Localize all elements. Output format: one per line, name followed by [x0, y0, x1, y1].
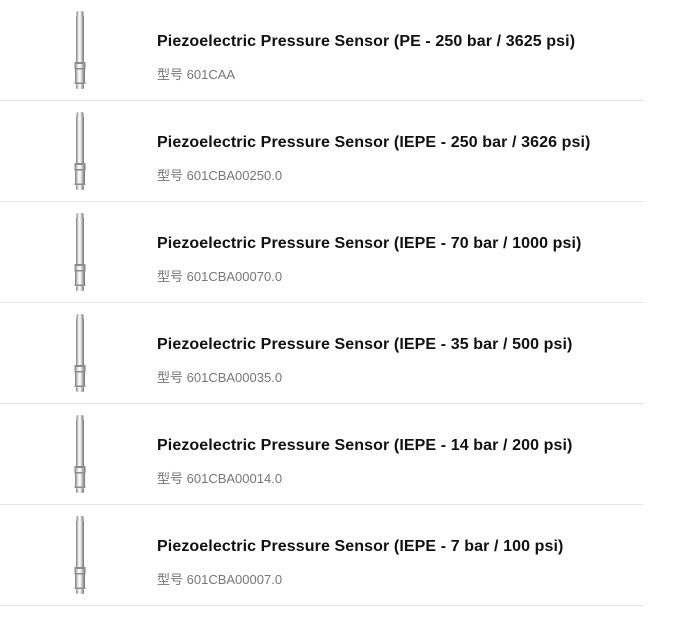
pressure-sensor-icon	[74, 11, 86, 89]
model-prefix: 型号	[157, 269, 184, 284]
pressure-sensor-image[interactable]	[58, 515, 102, 596]
product-title-link[interactable]: Piezoelectric Pressure Sensor (IEPE - 35…	[157, 336, 572, 354]
product-model: 型号 601CBA00035.0	[157, 367, 282, 386]
model-number: 601CBA00070.0	[186, 269, 283, 284]
product-title-link[interactable]: Piezoelectric Pressure Sensor (IEPE - 25…	[157, 134, 590, 152]
pressure-sensor-image[interactable]	[58, 414, 102, 495]
pressure-sensor-icon	[74, 112, 86, 190]
product-list: Piezoelectric Pressure Sensor (PE - 250 …	[0, 0, 643, 606]
model-prefix: 型号	[157, 370, 184, 385]
model-number: 601CBA00035.0	[186, 370, 283, 385]
product-row[interactable]: Piezoelectric Pressure Sensor (IEPE - 14…	[0, 404, 643, 505]
product-row[interactable]: Piezoelectric Pressure Sensor (IEPE - 25…	[0, 101, 643, 202]
product-model: 型号 601CBA00250.0	[157, 165, 282, 184]
pressure-sensor-icon	[74, 516, 86, 594]
product-row[interactable]: Piezoelectric Pressure Sensor (PE - 250 …	[0, 0, 643, 101]
pressure-sensor-icon	[74, 213, 86, 291]
pressure-sensor-icon	[74, 314, 86, 392]
pressure-sensor-image[interactable]	[58, 212, 102, 293]
model-prefix: 型号	[157, 471, 184, 486]
model-number: 601CBA00014.0	[186, 471, 283, 486]
product-title-link[interactable]: Piezoelectric Pressure Sensor (IEPE - 14…	[157, 437, 572, 455]
product-model: 型号 601CAA	[157, 64, 235, 83]
model-number: 601CBA00007.0	[186, 572, 283, 587]
product-model: 型号 601CBA00014.0	[157, 468, 282, 487]
product-row[interactable]: Piezoelectric Pressure Sensor (IEPE - 70…	[0, 202, 643, 303]
model-number: 601CAA	[186, 67, 236, 82]
model-number: 601CBA00250.0	[186, 168, 283, 183]
product-title-link[interactable]: Piezoelectric Pressure Sensor (IEPE - 7 …	[157, 538, 563, 556]
model-prefix: 型号	[157, 67, 184, 82]
product-title-link[interactable]: Piezoelectric Pressure Sensor (PE - 250 …	[157, 33, 575, 51]
product-row[interactable]: Piezoelectric Pressure Sensor (IEPE - 35…	[0, 303, 643, 404]
product-model: 型号 601CBA00007.0	[157, 569, 282, 588]
pressure-sensor-icon	[74, 415, 86, 493]
model-prefix: 型号	[157, 168, 184, 183]
product-title-link[interactable]: Piezoelectric Pressure Sensor (IEPE - 70…	[157, 235, 581, 253]
model-prefix: 型号	[157, 572, 184, 587]
product-model: 型号 601CBA00070.0	[157, 266, 282, 285]
pressure-sensor-image[interactable]	[58, 111, 102, 192]
pressure-sensor-image[interactable]	[58, 313, 102, 394]
product-row[interactable]: Piezoelectric Pressure Sensor (IEPE - 7 …	[0, 505, 643, 606]
pressure-sensor-image[interactable]	[58, 10, 102, 91]
